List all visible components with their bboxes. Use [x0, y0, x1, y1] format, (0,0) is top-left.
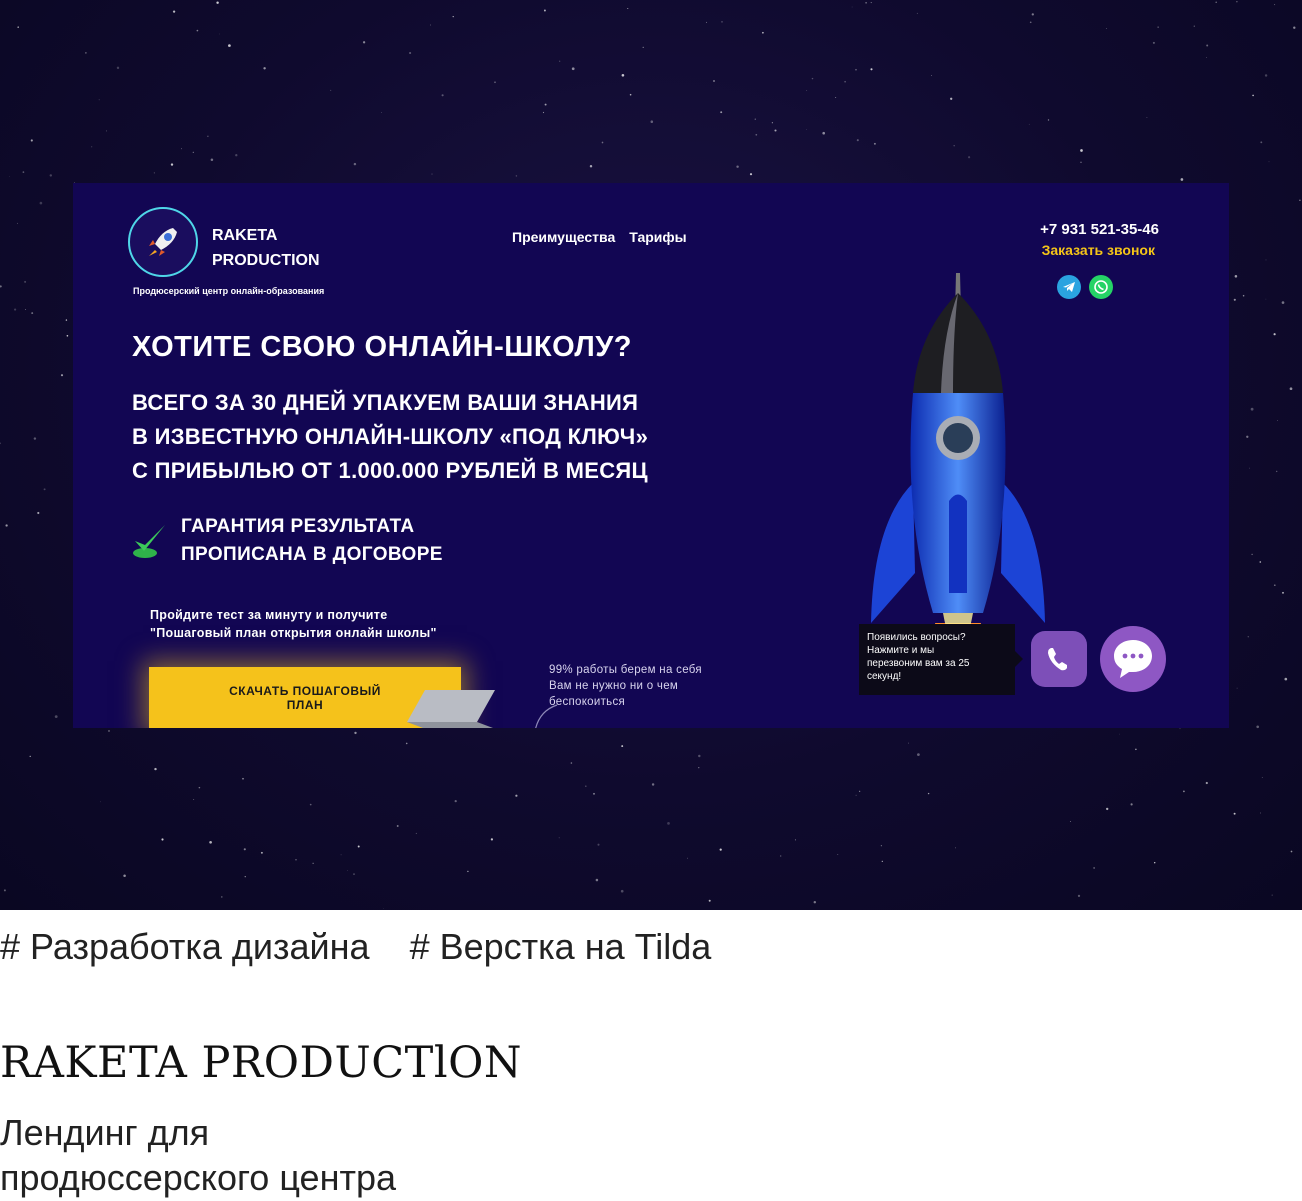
viber-button[interactable] [1031, 631, 1087, 687]
note-line-2: Вам не нужно ни о чем [549, 680, 679, 692]
logo-line-2: PRODUCTION [212, 252, 320, 269]
note-line-1: 99% работы берем на себя [549, 664, 702, 676]
telegram-icon[interactable] [1057, 275, 1081, 299]
top-nav: Преимущества Тарифы [512, 229, 687, 245]
tooltip-line-3: перезвоним вам за 25 [867, 658, 970, 669]
tag-design[interactable]: # Разработка дизайна [0, 926, 370, 968]
project-tags: # Разработка дизайна # Верстка на Tilda [0, 926, 711, 968]
rocket-logo-icon [149, 228, 177, 256]
tooltip-line-1: Появились вопросы? [867, 632, 966, 643]
project-title[interactable]: RAKETA PRODUCTlON [0, 1038, 522, 1088]
callback-tooltip: Появились вопросы? Нажмите и мы перезвон… [859, 624, 1015, 695]
guarantee-line-1: ГАРАНТИЯ РЕЗУЛЬТАТА [181, 516, 415, 537]
messenger-icons [1057, 275, 1113, 299]
test-offer-text: Пройдите тест за минуту и получите "Поша… [150, 606, 437, 642]
callback-link[interactable]: Заказать звонок [1042, 242, 1155, 258]
guarantee-line-2: ПРОПИСАНА В ДОГОВОРЕ [181, 544, 443, 565]
tooltip-line-4: секунд! [867, 671, 902, 682]
space-background: RAKETA PRODUCTION Продюсерский центр онл… [0, 0, 1302, 910]
phone-number[interactable]: +7 931 521-35-46 [1040, 221, 1159, 238]
tag-tilda[interactable]: # Верстка на Tilda [410, 926, 712, 968]
tooltip-line-2: Нажмите и мы [867, 645, 935, 656]
phone-icon [1048, 648, 1067, 671]
description-line-1: Лендинг для [0, 1112, 210, 1153]
logo-line-1: RAKETA [212, 227, 278, 244]
chat-widget-button[interactable] [1100, 626, 1166, 692]
checkmark-icon [133, 525, 165, 558]
subheadline: ВСЕГО ЗА 30 ДНЕЙ УПАКУЕМ ВАШИ ЗНАНИЯ В И… [132, 386, 648, 488]
subheadline-line-3: С ПРИБЫЛЬЮ ОТ 1.000.000 РУБЛЕЙ В МЕСЯЦ [132, 458, 648, 483]
test-text-line-1: Пройдите тест за минуту и получите [150, 608, 388, 622]
logo[interactable] [128, 207, 198, 277]
landing-preview: RAKETA PRODUCTION Продюсерский центр онл… [73, 183, 1229, 728]
logo-text: RAKETA PRODUCTION [212, 223, 320, 273]
tooltip-arrow [1015, 651, 1023, 667]
download-plan-label: СКАЧАТЬ ПОШАГОВЫЙ ПЛАН [229, 684, 381, 712]
whatsapp-icon[interactable] [1089, 275, 1113, 299]
test-text-line-2: "Пошаговый план открытия онлайн школы" [150, 626, 437, 640]
headline: ХОТИТЕ СВОЮ ОНЛАЙН-ШКОЛУ? [132, 331, 633, 363]
chat-bubble-icon [1114, 640, 1152, 678]
subheadline-line-1: ВСЕГО ЗА 30 ДНЕЙ УПАКУЕМ ВАШИ ЗНАНИЯ [132, 390, 639, 415]
description-line-2: продюссерского центра [0, 1157, 396, 1198]
nav-item-tariffs[interactable]: Тарифы [629, 229, 686, 245]
laptop-icon [407, 690, 495, 728]
curved-arrow-decoration [535, 704, 558, 728]
guarantee-block: ГАРАНТИЯ РЕЗУЛЬТАТА ПРОПИСАНА В ДОГОВОРЕ [131, 513, 443, 569]
subheadline-line-2: В ИЗВЕСТНУЮ ОНЛАЙН-ШКОЛУ «ПОД КЛЮЧ» [132, 424, 649, 449]
logo-subtitle: Продюсерский центр онлайн-образования [133, 286, 325, 296]
nav-item-advantages[interactable]: Преимущества [512, 229, 615, 245]
project-description: Лендинг для продюссерского центра [0, 1110, 520, 1200]
